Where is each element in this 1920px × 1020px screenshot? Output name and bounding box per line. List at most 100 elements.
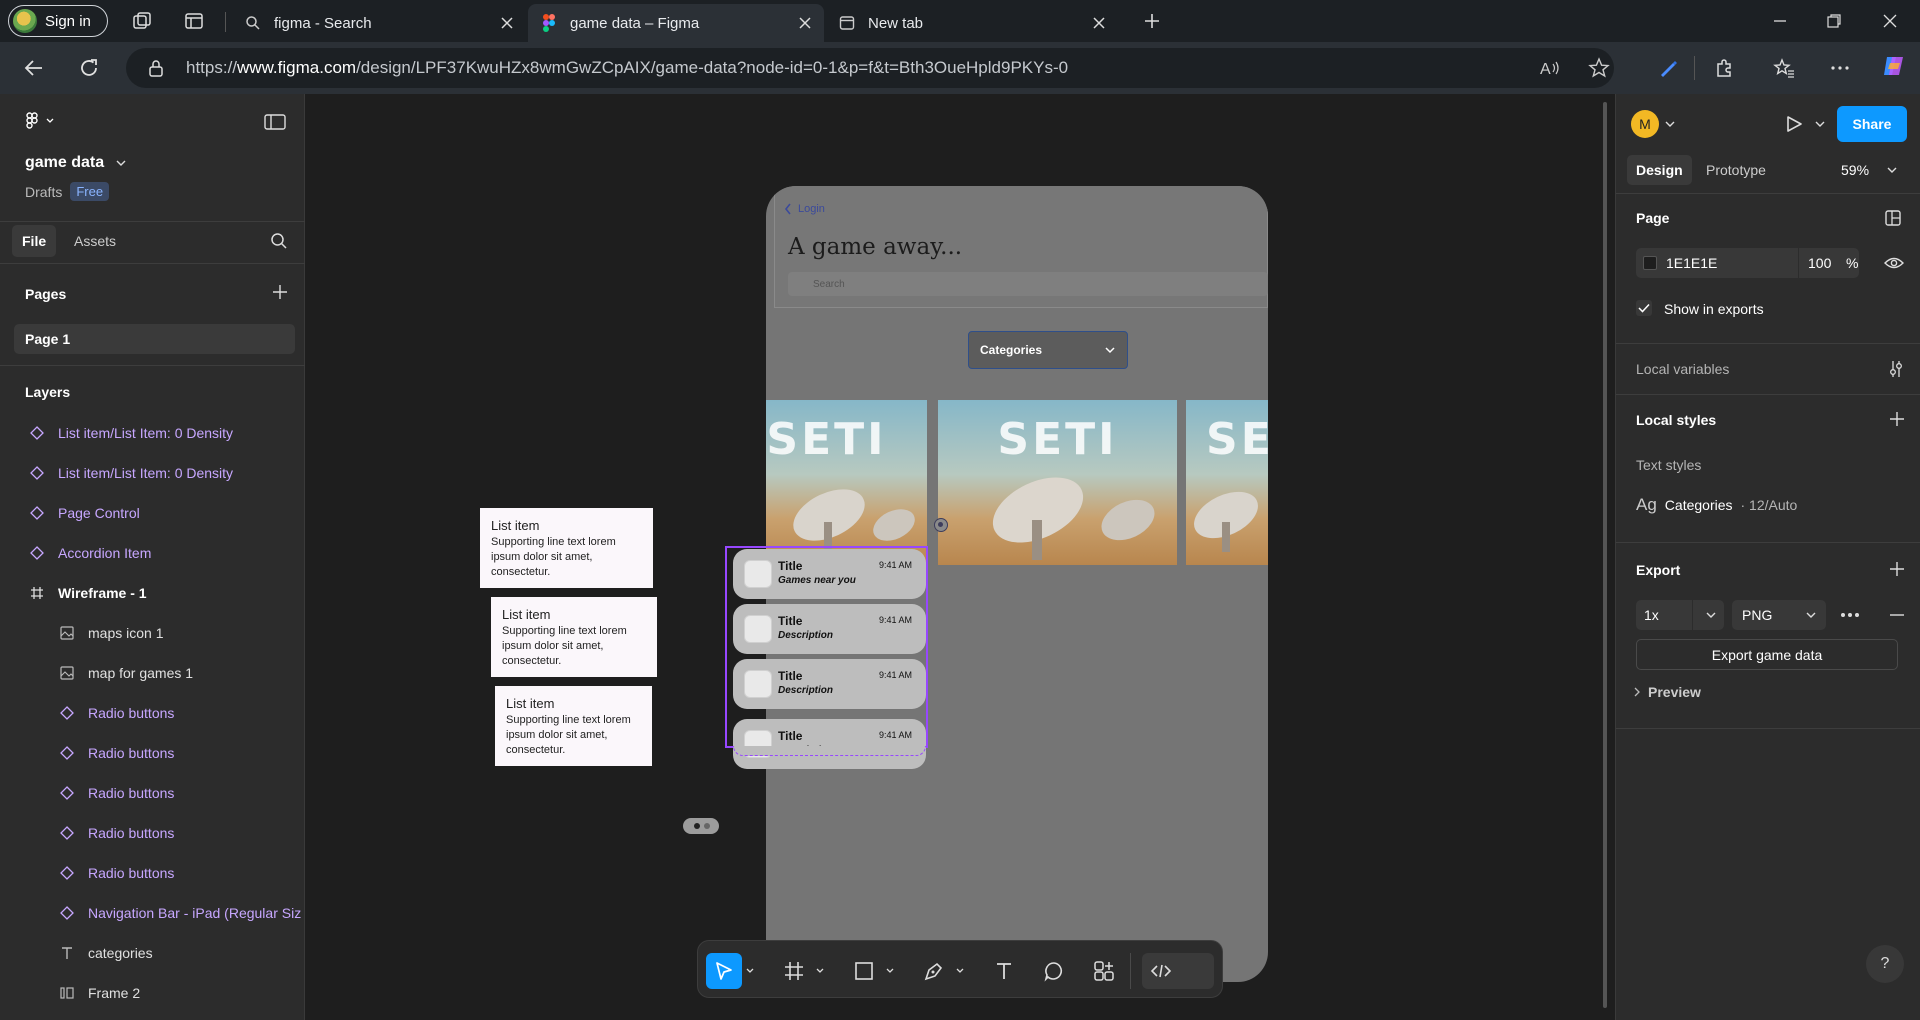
game-banner[interactable]: SETI	[938, 400, 1177, 565]
minimize-icon[interactable]	[1766, 7, 1794, 35]
frame-tool-icon[interactable]	[776, 953, 812, 989]
close-icon[interactable]	[1090, 14, 1108, 32]
pen-extension-icon[interactable]	[1654, 54, 1682, 82]
url-field[interactable]: https://www.figma.com/design/LPF37KwuHZx…	[126, 48, 1614, 88]
tab-new-tab[interactable]: New tab	[826, 4, 1118, 42]
close-icon[interactable]	[796, 14, 814, 32]
copilot-icon[interactable]	[1880, 52, 1908, 80]
figma-menu-icon[interactable]	[26, 112, 56, 130]
tab-design[interactable]: Design	[1627, 155, 1692, 185]
page-color-hex[interactable]: 1E1E1E	[1666, 255, 1717, 271]
read-aloud-icon[interactable]: A	[1540, 58, 1562, 78]
layer-row[interactable]: List item/List Item: 0 Density	[0, 413, 305, 453]
layer-row[interactable]: Wireframe - 1	[0, 573, 305, 613]
add-style-icon[interactable]	[1889, 411, 1905, 427]
list-item[interactable]: List item Supporting line text lorem ipsu…	[491, 597, 657, 677]
tab-prototype[interactable]: Prototype	[1706, 155, 1766, 185]
game-banner[interactable]: SETI	[1186, 400, 1268, 565]
export-settings-icon[interactable]	[1840, 609, 1860, 621]
tab-file[interactable]: File	[12, 225, 57, 257]
pen-tool-icon[interactable]	[916, 953, 952, 989]
new-tab-plus-icon[interactable]	[1138, 7, 1166, 35]
help-button[interactable]: ?	[1866, 945, 1904, 983]
export-scale-select[interactable]: 1x	[1636, 600, 1724, 630]
layer-row[interactable]: Page Control	[0, 493, 305, 533]
restore-icon[interactable]	[1820, 7, 1848, 35]
tab-game-data-figma[interactable]: game data – Figma	[528, 4, 824, 42]
tab-assets[interactable]: Assets	[74, 225, 116, 257]
layer-row[interactable]: categories	[0, 933, 305, 973]
list-item[interactable]: List item Supporting line text lorem ipsu…	[495, 686, 652, 766]
text-tool-icon[interactable]	[986, 953, 1022, 989]
game-banner[interactable]: SETI	[766, 400, 927, 565]
radio-button[interactable]	[934, 518, 948, 532]
rectangle-tool-icon[interactable]	[846, 953, 882, 989]
dev-mode-toggle[interactable]	[1142, 953, 1214, 989]
page-item-page-1[interactable]: Page 1	[14, 324, 295, 354]
move-tool-icon[interactable]	[706, 953, 742, 989]
layer-row[interactable]: Navigation Bar - iPad (Regular Siz	[0, 893, 305, 933]
layer-row[interactable]: Radio buttons	[0, 813, 305, 853]
chevron-down-icon[interactable]	[882, 953, 898, 989]
favorite-star-icon[interactable]	[1588, 57, 1610, 79]
sign-in-button[interactable]: Sign in	[8, 5, 108, 37]
actions-tool-icon[interactable]	[1086, 953, 1122, 989]
extensions-icon[interactable]	[1710, 54, 1738, 82]
chevron-down-icon[interactable]	[812, 953, 828, 989]
chevron-down-icon[interactable]	[952, 953, 968, 989]
chevron-down-icon[interactable]	[1815, 120, 1825, 128]
workspaces-icon[interactable]	[128, 7, 156, 35]
sidebar-toggle-icon[interactable]	[264, 114, 286, 130]
chevron-down-icon[interactable]	[742, 953, 758, 989]
eye-icon[interactable]	[1884, 255, 1904, 271]
comment-tool-icon[interactable]	[1036, 953, 1072, 989]
show-in-exports-checkbox[interactable]	[1636, 300, 1652, 316]
layer-row[interactable]: Frame 2	[0, 973, 305, 1013]
layer-row[interactable]: Radio buttons	[0, 693, 305, 733]
file-name-button[interactable]: game data	[25, 154, 126, 172]
page-color-field[interactable]: 1E1E1E 100 %	[1636, 248, 1859, 278]
layer-row[interactable]: Radio buttons	[0, 733, 305, 773]
tab-figma-search[interactable]: figma - Search	[232, 4, 526, 42]
layer-row[interactable]: List item/List Item: 0 Density	[0, 453, 305, 493]
list-item[interactable]: List item Supporting line text lorem ipsu…	[480, 508, 653, 588]
present-play-icon[interactable]	[1784, 114, 1804, 134]
chevron-down-icon[interactable]	[1665, 120, 1675, 128]
export-game-data-button[interactable]: Export game data	[1636, 639, 1898, 670]
layer-row[interactable]: Radio buttons	[0, 773, 305, 813]
color-swatch[interactable]	[1643, 256, 1657, 270]
vertical-tabs-icon[interactable]	[180, 7, 208, 35]
local-variables-label[interactable]: Local variables	[1636, 361, 1729, 377]
layer-row[interactable]: Accordion Item	[0, 533, 305, 573]
page-style-icon[interactable]	[1884, 209, 1902, 227]
more-icon[interactable]	[1826, 54, 1854, 82]
user-avatar[interactable]: M	[1631, 110, 1659, 138]
close-icon[interactable]	[498, 14, 516, 32]
back-icon[interactable]	[20, 54, 48, 82]
preview-toggle[interactable]: Preview	[1634, 684, 1701, 700]
text-style-categories[interactable]: Ag Categories · 12/Auto	[1636, 495, 1797, 515]
share-button[interactable]: Share	[1837, 106, 1907, 142]
layer-row[interactable]: maps icon 1	[0, 613, 305, 653]
page-control[interactable]	[683, 818, 719, 834]
design-canvas[interactable]: Login A game away... Search Categories S…	[305, 94, 1615, 1020]
search-field[interactable]: Search	[788, 272, 1268, 296]
drafts-label[interactable]: Drafts	[25, 184, 62, 200]
url-prefix: https://	[186, 58, 238, 77]
remove-export-icon[interactable]	[1889, 613, 1905, 617]
page-opacity[interactable]: 100	[1808, 255, 1831, 271]
window-close-icon[interactable]	[1876, 7, 1904, 35]
search-icon[interactable]	[270, 232, 288, 250]
canvas-scrollbar[interactable]	[1603, 102, 1607, 1008]
categories-dropdown[interactable]: Categories	[968, 331, 1128, 369]
zoom-control[interactable]: 59%	[1841, 155, 1897, 185]
layer-row[interactable]: map for games 1	[0, 653, 305, 693]
add-export-icon[interactable]	[1889, 561, 1905, 577]
back-to-login[interactable]: Login	[784, 203, 825, 215]
export-format-select[interactable]: PNG	[1732, 600, 1826, 630]
variables-icon[interactable]	[1888, 360, 1904, 378]
favorites-icon[interactable]	[1770, 54, 1798, 82]
layer-row[interactable]: Radio buttons	[0, 853, 305, 893]
add-page-icon[interactable]	[272, 284, 288, 300]
refresh-icon[interactable]	[75, 54, 103, 82]
